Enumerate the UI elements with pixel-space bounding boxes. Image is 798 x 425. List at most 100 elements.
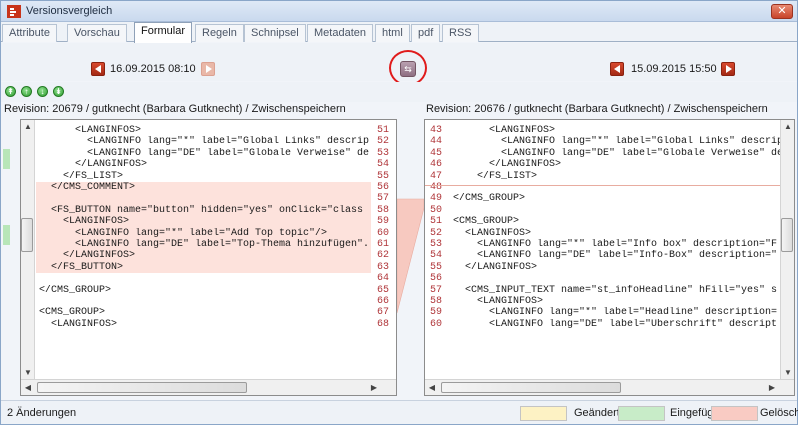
scroll-right-icon[interactable]: ▶ bbox=[367, 381, 381, 395]
right-next-revision-button[interactable] bbox=[721, 62, 735, 76]
tab-formular[interactable]: Formular bbox=[134, 22, 193, 43]
scroll-up-icon[interactable]: ▲ bbox=[781, 120, 794, 134]
line-number: 61 bbox=[377, 239, 390, 250]
left-previous-revision-button[interactable] bbox=[91, 62, 105, 76]
legend-inserted-label: Eingefügt bbox=[670, 407, 717, 419]
line-number: 57 bbox=[377, 193, 390, 205]
deletion-boundary-line bbox=[425, 185, 780, 186]
line-number: 56 bbox=[430, 273, 443, 285]
scroll-left-icon[interactable]: ◀ bbox=[21, 381, 35, 395]
tab-pdf[interactable]: pdf bbox=[411, 24, 441, 42]
left-vertical-scrollbar[interactable]: ▲ ▼ bbox=[21, 120, 35, 380]
right-revision-date: 15.09.2015 15:50 bbox=[631, 63, 717, 75]
scroll-up-icon[interactable]: ▲ bbox=[21, 120, 35, 134]
code-line: <LANGINFO lang="DE" label="Top-Thema hin… bbox=[39, 239, 370, 250]
code-line: <LANGINFOS> bbox=[39, 216, 130, 228]
app-logo-icon bbox=[7, 5, 21, 18]
scroll-thumb[interactable] bbox=[781, 218, 793, 252]
line-number: 62 bbox=[377, 250, 390, 262]
line-number: 55 bbox=[430, 261, 443, 273]
last-change-icon[interactable]: ↡ bbox=[53, 86, 64, 97]
line-number: 58 bbox=[430, 296, 443, 307]
first-change-icon[interactable]: ↟ bbox=[5, 86, 16, 97]
tab-html[interactable]: html bbox=[375, 24, 410, 42]
change-navigation-row: ↟ ↑ ↓ ↡ bbox=[1, 82, 797, 102]
line-number: 53 bbox=[377, 147, 390, 159]
scroll-thumb[interactable] bbox=[21, 218, 33, 252]
arrow-left-icon bbox=[95, 65, 101, 73]
scroll-thumb[interactable] bbox=[441, 382, 621, 393]
window-title: Versionsvergleich bbox=[26, 5, 113, 17]
arrow-right-icon bbox=[726, 65, 732, 73]
version-compare-window: Versionsvergleich ✕ Attribute Vorschau F… bbox=[0, 0, 798, 425]
legend-changed-swatch bbox=[520, 406, 567, 421]
line-number: 60 bbox=[377, 227, 390, 239]
scroll-down-icon[interactable]: ▼ bbox=[21, 366, 35, 380]
title-bar[interactable]: Versionsvergleich ✕ bbox=[1, 1, 797, 22]
code-line: <LANGINFO lang="DE" label="Globale Verwe… bbox=[453, 147, 780, 159]
code-line: <CMS_GROUP> bbox=[39, 307, 106, 319]
next-change-icon[interactable]: ↓ bbox=[37, 86, 48, 97]
code-line: </LANGINFOS> bbox=[453, 159, 562, 171]
change-count: 2 Änderungen bbox=[7, 407, 77, 419]
code-line: <CMS_GROUP> bbox=[453, 216, 520, 228]
code-line: </LANGINFOS> bbox=[39, 159, 148, 171]
scroll-thumb[interactable] bbox=[37, 382, 247, 393]
swap-icon: ⇆ bbox=[404, 64, 412, 74]
line-number: 43 bbox=[430, 125, 443, 136]
left-next-revision-button[interactable] bbox=[201, 62, 215, 76]
code-line: </LANGINFOS> bbox=[453, 261, 538, 273]
line-number: 51 bbox=[430, 216, 443, 228]
tab-attribute[interactable]: Attribute bbox=[2, 24, 57, 42]
diff-connector bbox=[397, 198, 424, 314]
left-horizontal-scrollbar[interactable]: ◀ ▶ bbox=[21, 379, 396, 395]
line-number: 48 bbox=[430, 182, 443, 193]
legend-deleted-swatch bbox=[711, 406, 758, 421]
line-number: 59 bbox=[377, 216, 390, 228]
scroll-right-icon[interactable]: ▶ bbox=[765, 381, 779, 395]
line-number: 50 bbox=[430, 204, 443, 216]
tab-metadaten[interactable]: Metadaten bbox=[307, 24, 373, 42]
code-line: <LANGINFOS> bbox=[39, 125, 142, 136]
left-revision-date: 16.09.2015 08:10 bbox=[110, 63, 196, 75]
code-line: <LANGINFO lang="DE" label="Info-Box" des… bbox=[453, 250, 778, 262]
right-code-pane[interactable]: <LANGINFOS> 43 <LANGINFO lang="*" label="… bbox=[424, 119, 795, 396]
line-number: 49 bbox=[430, 193, 443, 205]
legend-changed-label: Geändert bbox=[574, 407, 620, 419]
arrow-left-icon bbox=[614, 65, 620, 73]
left-code-pane[interactable]: <LANGINFOS> 51 <LANGINFO lang="*" label="… bbox=[20, 119, 397, 396]
code-line: <LANGINFO lang="DE" label="Globale Verwe… bbox=[39, 147, 370, 159]
arrow-right-icon bbox=[206, 65, 212, 73]
scroll-down-icon[interactable]: ▼ bbox=[781, 366, 794, 380]
swap-revisions-button[interactable]: ⇆ bbox=[400, 61, 416, 77]
code-line: <LANGINFOS> bbox=[453, 296, 544, 307]
code-line: <LANGINFO lang="DE" label="Überschrift" … bbox=[453, 318, 778, 330]
scroll-left-icon[interactable]: ◀ bbox=[425, 381, 439, 395]
right-horizontal-scrollbar[interactable]: ◀ ▶ bbox=[425, 379, 794, 395]
tab-regeln[interactable]: Regeln bbox=[195, 24, 244, 42]
line-number: 56 bbox=[377, 182, 390, 193]
tab-vorschau[interactable]: Vorschau bbox=[67, 24, 127, 42]
right-previous-revision-button[interactable] bbox=[610, 62, 624, 76]
close-button[interactable]: ✕ bbox=[771, 4, 793, 19]
code-line: </CMS_GROUP> bbox=[453, 193, 526, 205]
right-vertical-scrollbar[interactable]: ▲ ▼ bbox=[780, 120, 794, 380]
code-line: </FS_LIST> bbox=[39, 170, 124, 182]
code-line: <LANGINFO lang="*" label="Info box" desc… bbox=[453, 239, 778, 250]
line-number: 66 bbox=[377, 296, 390, 307]
inserted-marker bbox=[3, 149, 10, 169]
code-line: <LANGINFO lang="*" label="Add Top topic"… bbox=[39, 227, 328, 239]
code-line: </CMS_COMMENT> bbox=[39, 182, 136, 193]
line-number: 55 bbox=[377, 170, 390, 182]
line-number: 53 bbox=[430, 239, 443, 250]
line-number: 46 bbox=[430, 159, 443, 171]
tab-rss[interactable]: RSS bbox=[442, 24, 479, 42]
code-line: <CMS_INPUT_TEXT name="st_infoHeadline" h… bbox=[453, 284, 778, 296]
previous-change-icon[interactable]: ↑ bbox=[21, 86, 32, 97]
tab-schnipsel[interactable]: Schnipsel bbox=[244, 24, 306, 42]
code-line: <FS_BUTTON name="button" hidden="yes" on… bbox=[39, 204, 364, 216]
legend-inserted-swatch bbox=[618, 406, 665, 421]
